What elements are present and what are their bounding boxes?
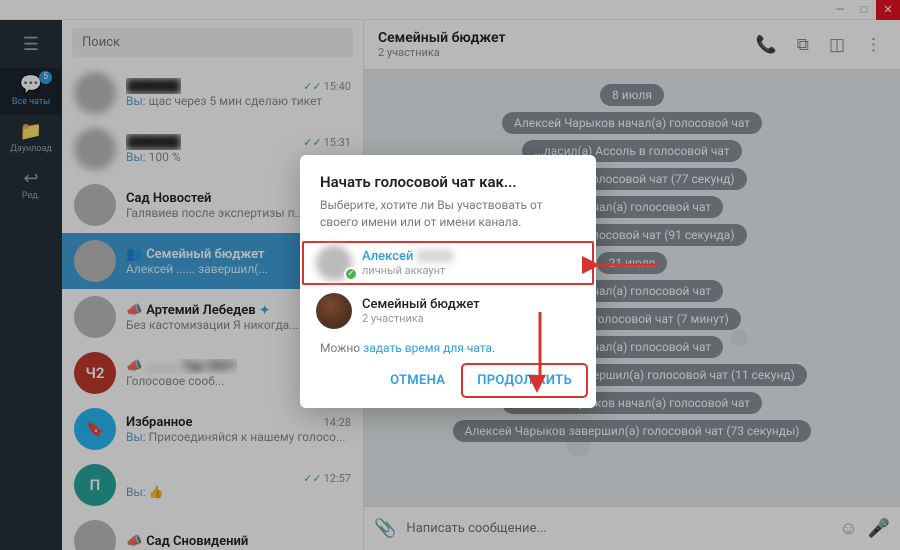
- continue-button[interactable]: ПРОДОЛЖИТЬ: [463, 365, 586, 396]
- option-channel[interactable]: Семейный бюджет 2 участника: [300, 287, 596, 335]
- option-sub: 2 участника: [362, 312, 580, 325]
- modal-footnote: Можно задать время для чата.: [300, 335, 596, 365]
- cancel-button[interactable]: ОТМЕНА: [376, 365, 459, 396]
- modal-title: Начать голосовой чат как...: [300, 173, 596, 197]
- modal-description: Выберите, хотите ли Вы участвовать от св…: [300, 197, 596, 239]
- avatar: [316, 293, 352, 329]
- option-sub: личный аккаунт: [362, 264, 580, 277]
- schedule-link[interactable]: задать время для чата: [363, 341, 492, 355]
- option-name: Семейный бюджет: [362, 297, 580, 312]
- option-name: Алексей: [362, 249, 580, 264]
- option-personal-account[interactable]: ✓ Алексей личный аккаунт: [300, 239, 596, 287]
- check-icon: ✓: [344, 267, 358, 281]
- start-voice-chat-modal: Начать голосовой чат как... Выберите, хо…: [300, 155, 596, 408]
